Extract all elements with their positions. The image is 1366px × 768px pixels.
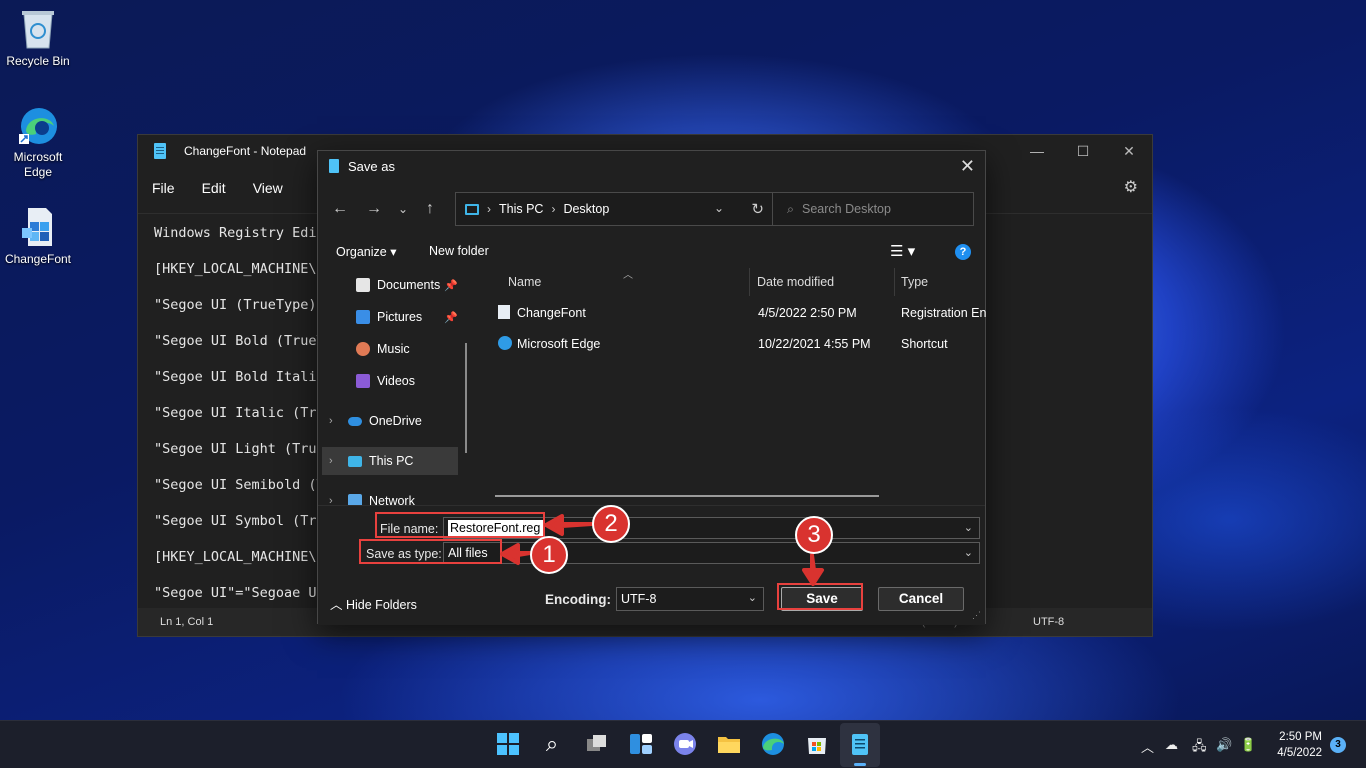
annotation-arrows bbox=[500, 514, 824, 586]
notepad-taskbar-icon[interactable] bbox=[847, 731, 873, 757]
step-marker-1: 1 bbox=[530, 536, 568, 574]
arrow-to-save bbox=[802, 553, 824, 586]
arrow-to-file-name bbox=[544, 514, 594, 536]
clock-date: 4/5/2022 bbox=[1277, 747, 1322, 759]
microsoft-store-icon[interactable] bbox=[804, 731, 830, 757]
cloud-offline-icon[interactable]: ☁ bbox=[1165, 737, 1178, 753]
volume-icon[interactable]: 🔊 bbox=[1216, 737, 1232, 753]
search-icon[interactable]: ⌕ bbox=[539, 731, 565, 757]
edge-icon[interactable] bbox=[760, 731, 786, 757]
step-marker-3: 3 bbox=[795, 516, 833, 554]
show-hidden-icons-chevron-icon[interactable]: ︿ bbox=[1141, 737, 1154, 756]
clock-time: 2:50 PM bbox=[1279, 731, 1322, 743]
arrow-to-save-type bbox=[500, 543, 532, 565]
battery-icon[interactable]: 🔋 bbox=[1240, 737, 1256, 753]
clock[interactable]: 2:50 PM 4/5/2022 bbox=[1277, 729, 1322, 761]
widgets-icon[interactable] bbox=[628, 731, 654, 757]
file-explorer-icon[interactable] bbox=[716, 731, 742, 757]
teams-chat-icon[interactable] bbox=[672, 731, 698, 757]
start-windows-icon[interactable] bbox=[495, 731, 521, 757]
task-view-icon[interactable] bbox=[584, 731, 610, 757]
network-icon[interactable]: 🖧 bbox=[1192, 737, 1207, 759]
notification-badge[interactable]: 3 bbox=[1330, 737, 1346, 753]
active-app-indicator bbox=[854, 763, 866, 766]
step-marker-2: 2 bbox=[592, 505, 630, 543]
taskbar: ⌕ ︿ ☁ 🖧 🔊 🔋 2:50 PM 4/5/2022 3 bbox=[0, 720, 1366, 768]
